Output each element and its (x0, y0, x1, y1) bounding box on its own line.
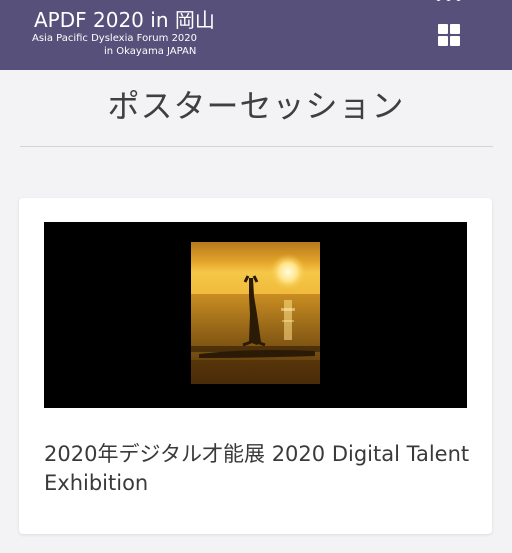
poster-media[interactable] (44, 222, 467, 408)
site-logo-title[interactable]: APDF 2020 in 岡山 (34, 8, 215, 32)
site-header: APDF 2020 in 岡山 Asia Pacific Dyslexia Fo… (0, 0, 512, 70)
sunset-headstand-photo (191, 242, 320, 384)
poster-card[interactable]: 2020年デジタル才能展 2020 Digital Talent Exhibit… (19, 198, 492, 534)
title-divider (20, 146, 493, 147)
site-logo-location: in Okayama JAPAN (104, 46, 197, 57)
page-title: ポスターセッション (107, 87, 405, 125)
grid-menu-button[interactable] (437, 23, 461, 47)
site-logo-subtitle: Asia Pacific Dyslexia Forum 2020 (32, 33, 198, 44)
overflow-dots-icon[interactable] (434, 0, 464, 4)
poster-title[interactable]: 2020年デジタル才能展 2020 Digital Talent Exhibit… (44, 440, 474, 498)
